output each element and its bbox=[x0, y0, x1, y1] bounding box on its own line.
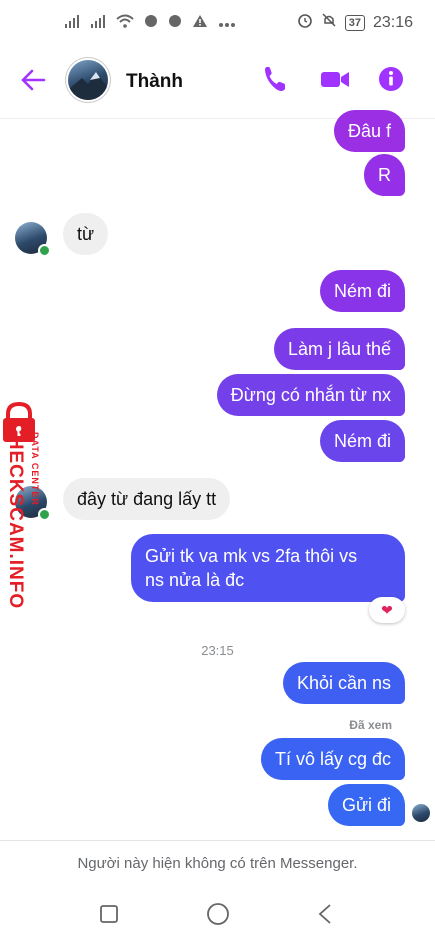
unavailable-notice: Người này hiện không có trên Messenger. bbox=[0, 840, 435, 887]
read-receipt-avatar bbox=[412, 804, 430, 822]
message-bubble-outgoing[interactable]: Khỏi cần ns bbox=[282, 662, 405, 704]
message-text: ns nửa là đc bbox=[145, 570, 245, 590]
home-icon[interactable] bbox=[206, 902, 230, 931]
message-text: Gửi đi bbox=[341, 795, 391, 815]
video-call-icon[interactable] bbox=[320, 64, 350, 99]
message-text: Khỏi cần ns bbox=[296, 673, 391, 693]
seen-status: Đã xem bbox=[349, 718, 392, 732]
status-bar: 37 23:16 bbox=[0, 0, 435, 44]
checkscam-watermark: CHECKSCAM.INFO DATA CENTER bbox=[2, 401, 48, 612]
status-icons-left bbox=[64, 14, 236, 33]
phone-icon[interactable] bbox=[262, 64, 288, 99]
conversation-header: Thành bbox=[0, 44, 435, 119]
wifi-icon bbox=[116, 14, 134, 33]
message-text: Ném đi bbox=[333, 281, 391, 301]
back-arrow-icon[interactable] bbox=[20, 68, 46, 97]
system-nav-bar bbox=[0, 886, 435, 942]
message-text: Đừng có nhắn từ nx bbox=[230, 385, 391, 405]
message-text: Làm j lâu thế bbox=[287, 339, 391, 359]
message-list: Đâu f R từ Ném đi Làm j lâu thế Đừng có … bbox=[0, 110, 435, 840]
more-dots-icon bbox=[218, 15, 236, 33]
message-bubble-outgoing[interactable]: Làm j lâu thế bbox=[273, 328, 405, 370]
message-bubble-outgoing[interactable]: Gửi đi bbox=[327, 784, 405, 826]
message-bubble-incoming[interactable]: từ bbox=[63, 213, 109, 255]
message-bubble-outgoing[interactable]: Tí vô lấy cg đc bbox=[260, 738, 405, 780]
info-icon[interactable] bbox=[378, 64, 406, 99]
message-text: đây từ đang lấy tt bbox=[77, 489, 217, 509]
message-text: Ném đi bbox=[333, 431, 391, 451]
online-indicator bbox=[38, 244, 51, 257]
back-nav-icon[interactable] bbox=[317, 903, 333, 930]
message-text: Đâu f bbox=[347, 121, 391, 141]
messenger-notification-icon bbox=[168, 14, 182, 33]
message-text: từ bbox=[77, 224, 95, 244]
message-bubble-outgoing[interactable]: R bbox=[364, 154, 405, 196]
clock-time: 23:16 bbox=[372, 13, 413, 31]
contact-avatar[interactable] bbox=[68, 60, 108, 100]
message-bubble-outgoing[interactable]: Ném đi bbox=[319, 420, 405, 462]
message-text: R bbox=[378, 165, 391, 185]
warning-icon bbox=[192, 14, 208, 33]
battery-icon: 37 bbox=[344, 14, 365, 31]
message-text: Tí vô lấy cg đc bbox=[274, 749, 391, 769]
recent-apps-icon[interactable] bbox=[99, 904, 119, 929]
message-bubble-outgoing[interactable]: Ném đi bbox=[319, 270, 405, 312]
message-bubble-incoming[interactable]: đây từ đang lấy tt bbox=[63, 478, 231, 520]
mute-icon bbox=[321, 12, 337, 33]
signal-icon bbox=[64, 14, 80, 33]
message-timestamp: 23:15 bbox=[201, 643, 234, 658]
messenger-notification-icon bbox=[144, 14, 158, 33]
heart-reaction-icon[interactable]: ❤ bbox=[369, 597, 405, 623]
message-bubble-outgoing[interactable]: Đừng có nhắn từ nx bbox=[216, 374, 405, 416]
contact-name[interactable]: Thành bbox=[126, 71, 183, 93]
status-icons-right: 37 23:16 bbox=[297, 12, 413, 33]
message-bubble-outgoing[interactable]: Gửi tk va mk vs 2fa thôi vs ns nửa là đc bbox=[131, 534, 405, 602]
message-text: Gửi tk va mk vs 2fa thôi vs bbox=[145, 546, 358, 566]
watermark-title: CHECKSCAM.INFO bbox=[5, 421, 26, 610]
watermark-subtitle: DATA CENTER bbox=[30, 432, 40, 506]
alarm-icon bbox=[297, 12, 313, 33]
message-bubble-outgoing[interactable]: Đâu f bbox=[333, 110, 405, 152]
signal-icon bbox=[90, 14, 106, 33]
